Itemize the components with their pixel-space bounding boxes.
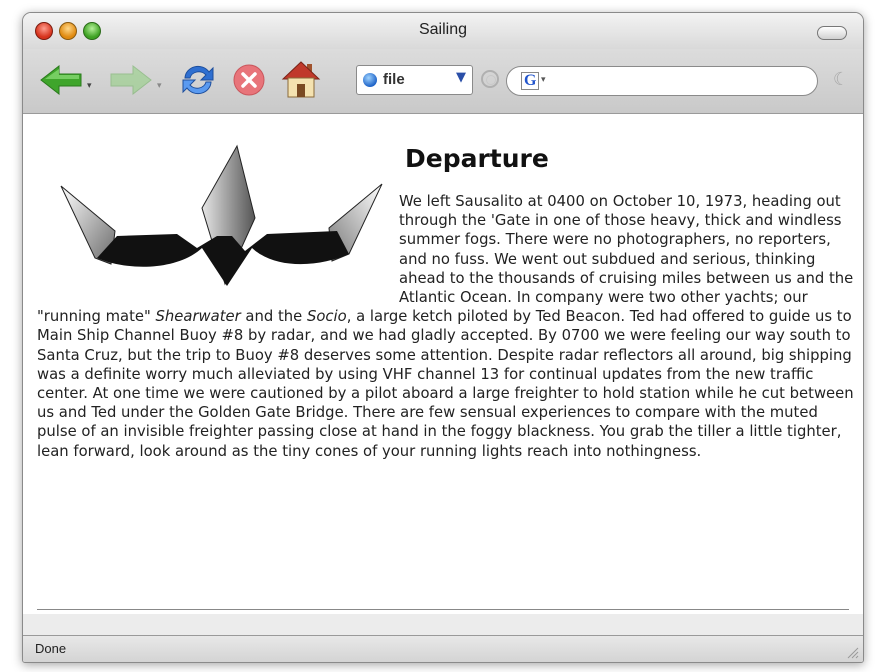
page-content: Departure We left Sausalito at 0400 on O… [23, 114, 863, 614]
search-field[interactable]: G ▾ [506, 66, 818, 96]
back-history-dropdown[interactable]: ▾ [87, 81, 92, 91]
back-button[interactable] [39, 64, 83, 99]
chevron-down-icon: ▼ [456, 70, 466, 85]
globe-icon [363, 73, 377, 87]
resize-grip-icon[interactable] [845, 645, 859, 659]
go-icon[interactable] [481, 70, 499, 88]
article-paragraph: We left Sausalito at 0400 on October 10,… [37, 192, 857, 461]
content-divider [37, 609, 849, 610]
yacht-name-socio: Socio [306, 308, 347, 326]
spinner-icon: ☾ [832, 69, 849, 90]
stop-icon [233, 64, 265, 96]
article-heading: Departure [405, 144, 549, 173]
stop-button[interactable] [233, 64, 265, 100]
reload-icon [182, 65, 214, 95]
status-text: Done [35, 641, 67, 656]
google-search-icon[interactable]: G [521, 72, 539, 90]
search-engine-dropdown-icon[interactable]: ▾ [541, 75, 546, 85]
home-button[interactable] [281, 59, 321, 103]
browser-window: Sailing ▾ ▾ file ▼ G ▾ ☾ Departure We le… [22, 12, 864, 663]
paragraph-text-2: and the [240, 308, 307, 326]
forward-icon [110, 64, 152, 96]
forward-history-dropdown[interactable]: ▾ [157, 81, 162, 91]
paragraph-text-3: , a large ketch piloted by Ted Beacon. T… [37, 308, 854, 460]
navigation-toolbar: ▾ ▾ file ▼ G ▾ ☾ [23, 49, 863, 114]
reload-button[interactable] [179, 62, 217, 102]
title-bar[interactable]: Sailing [23, 13, 863, 49]
window-title: Sailing [418, 21, 468, 38]
protocol-dropdown[interactable]: file ▼ [356, 65, 473, 95]
image-wrap-space [37, 192, 399, 305]
forward-button[interactable] [109, 64, 153, 99]
protocol-label: file [383, 71, 405, 88]
status-bar: Done [23, 635, 863, 662]
back-icon [40, 64, 82, 96]
yacht-name-shearwater: Shearwater [155, 308, 241, 326]
toolbar-toggle-button[interactable] [817, 26, 847, 40]
home-icon [281, 61, 321, 98]
